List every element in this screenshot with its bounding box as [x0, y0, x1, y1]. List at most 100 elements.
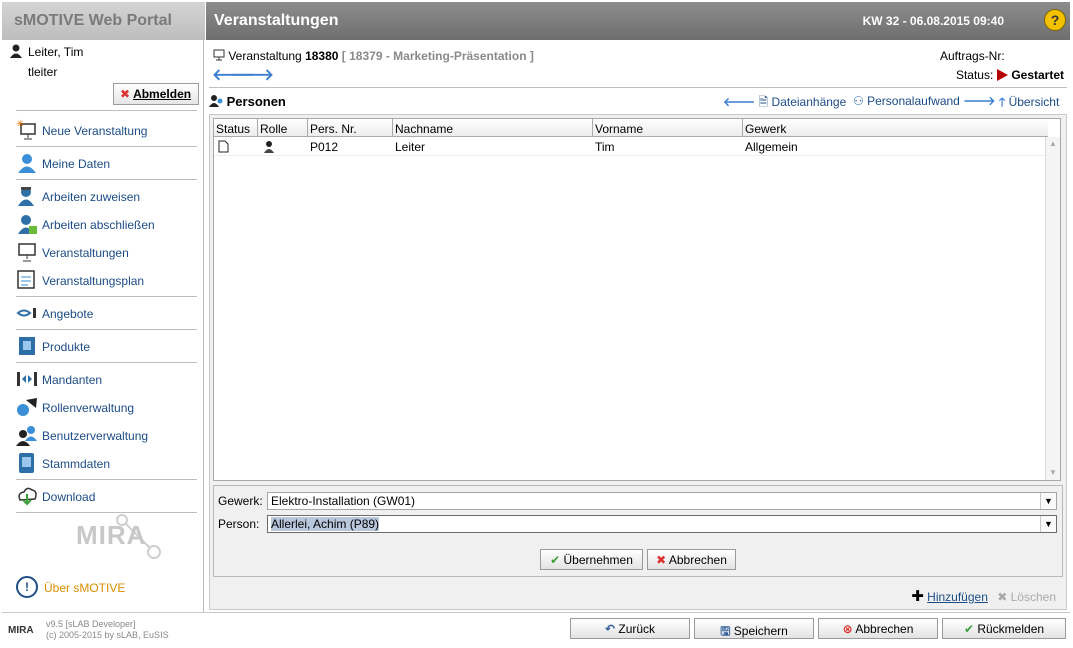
nav-item-meine-daten[interactable]: Meine Daten — [16, 152, 198, 174]
my-data-icon — [18, 154, 36, 173]
nav-divider — [16, 512, 197, 513]
nav-divider — [16, 296, 197, 297]
help-icon[interactable]: ? — [1044, 9, 1066, 31]
apply-button[interactable]: ✔ Übernehmen — [540, 549, 643, 570]
brand-title: sMOTIVE Web Portal — [2, 2, 205, 40]
undo-icon: ↶ — [604, 622, 616, 636]
user-icon — [10, 44, 22, 58]
nav-divider — [16, 329, 197, 330]
delete-button[interactable]: ✖ Löschen — [997, 590, 1056, 604]
nav-item-arbeiten-abschliessen[interactable]: Arbeiten abschließen — [16, 213, 198, 235]
nav-item-neue-veranstaltung[interactable]: ✳ Neue Veranstaltung — [16, 119, 198, 141]
back-button[interactable]: ↶ Zurück — [570, 618, 690, 639]
status-row: Status: Gestartet — [956, 68, 1064, 82]
table-row[interactable]: P012 Leiter Tim Allgemein — [214, 138, 1048, 156]
cell-vorname: Tim — [595, 140, 615, 154]
column-rolle[interactable]: Rolle — [258, 119, 308, 137]
mira-logo: MIRA — [76, 520, 147, 550]
persons-panel: Status Rolle Pers. Nr. Nachname Vorname … — [209, 114, 1067, 610]
master-data-icon — [19, 453, 34, 473]
footer: MIRA v9.5 [sLAB Developer] (c) 2005-2015… — [2, 612, 1070, 646]
gewerk-value: Elektro-Installation (GW01) — [271, 494, 416, 508]
download-icon — [18, 487, 37, 506]
cancel-button[interactable]: ✖ Abbrechen — [647, 549, 736, 570]
event-plan-icon — [17, 270, 35, 289]
cancel-label: Abbrechen — [668, 553, 727, 567]
nav-divider — [16, 362, 197, 363]
nav-item-benutzerverwaltung[interactable]: Benutzerverwaltung — [16, 424, 198, 446]
footer-logo: MIRA — [8, 625, 34, 636]
event-reference: [ 18379 - Marketing-Präsentation ] — [341, 49, 534, 63]
column-vorname[interactable]: Vorname — [593, 119, 743, 137]
finish-work-icon — [18, 215, 37, 234]
abort-button[interactable]: ⊗ Abbrechen — [818, 618, 938, 639]
person-icon — [264, 141, 274, 153]
row-actions: ✚ Hinzufügen ✖ Löschen — [911, 587, 1056, 605]
scroll-down-icon[interactable]: ▼ — [1046, 466, 1060, 480]
week-date: KW 32 - 06.08.2015 09:40 — [862, 14, 1004, 28]
copyright-text: (c) 2005-2015 by sLAB, EuSIS — [46, 630, 169, 640]
section-title: Personen — [209, 94, 286, 109]
nav-divider — [16, 146, 197, 147]
staff-effort-label: Personalaufwand — [867, 94, 960, 108]
save-label: Speichern — [733, 624, 788, 638]
save-icon: 🖫 — [720, 624, 731, 638]
up-arrow-icon: 🡑 — [999, 95, 1006, 109]
status-label: Status: — [955, 68, 994, 82]
column-pers-nr[interactable]: Pers. Nr. — [308, 119, 393, 137]
overview-link[interactable]: 🡑 Übersicht — [999, 93, 1059, 114]
svg-text:✳: ✳ — [16, 119, 24, 130]
staff-effort-link[interactable]: ⚇ Personalaufwand 🡒 — [853, 93, 995, 108]
info-icon: ! — [16, 576, 38, 598]
column-gewerk[interactable]: Gewerk — [743, 119, 1048, 137]
nav-item-veranstaltungen[interactable]: Veranstaltungen — [16, 241, 198, 263]
roles-icon — [17, 398, 37, 416]
logout-label: Abmelden — [133, 87, 192, 101]
report-button[interactable]: ✔ Rückmelden — [942, 618, 1066, 639]
vertical-scrollbar[interactable]: ▲ ▼ — [1045, 137, 1060, 480]
close-icon: ✖ — [120, 87, 131, 101]
person-form: Gewerk: Elektro-Installation (GW01) ▼ Pe… — [213, 485, 1063, 577]
version-info: v9.5 [sLAB Developer] (c) 2005-2015 by s… — [46, 619, 169, 641]
offers-icon — [16, 308, 36, 318]
nav-divider — [16, 179, 197, 180]
apply-label: Übernehmen — [563, 553, 633, 567]
nav-item-angebote[interactable]: Angebote — [16, 302, 198, 324]
event-label: Veranstaltung — [228, 49, 302, 63]
nav-item-produkte[interactable]: Produkte — [16, 335, 198, 357]
attachments-link[interactable]: 🡐 🗎 Dateianhänge — [723, 93, 846, 114]
row-role-icon — [262, 138, 306, 156]
report-label: Rückmelden — [977, 622, 1045, 636]
nav-item-stammdaten[interactable]: Stammdaten — [16, 452, 198, 474]
chevron-down-icon[interactable]: ▼ — [1040, 516, 1056, 532]
save-button[interactable]: 🖫 Speichern — [694, 618, 814, 639]
gewerk-label: Gewerk: — [218, 494, 263, 508]
add-button[interactable]: Hinzufügen — [927, 590, 988, 604]
nav-item-rollenverwaltung[interactable]: Rollenverwaltung — [16, 396, 198, 418]
nav-item-mandanten[interactable]: Mandanten — [16, 368, 198, 390]
title-bar: Veranstaltungen KW 32 - 06.08.2015 09:40… — [206, 2, 1070, 40]
event-icon — [213, 49, 225, 61]
nav-item-arbeiten-zuweisen[interactable]: Arbeiten zuweisen — [16, 185, 198, 207]
column-nachname[interactable]: Nachname — [393, 119, 593, 137]
version-text: v9.5 [sLAB Developer] — [46, 619, 136, 629]
nav-item-download[interactable]: Download — [16, 485, 198, 507]
column-status[interactable]: Status — [214, 119, 258, 137]
app-header: sMOTIVE Web Portal Veranstaltungen KW 32… — [2, 2, 1070, 40]
nav-divider — [16, 479, 197, 480]
events-icon — [18, 243, 36, 262]
nav-item-veranstaltungsplan[interactable]: Veranstaltungsplan — [16, 269, 198, 291]
person-input[interactable]: Allerlei, Achim (P89) ▼ — [267, 515, 1057, 533]
persons-table: Status Rolle Pers. Nr. Nachname Vorname … — [213, 118, 1061, 481]
gewerk-select[interactable]: Elektro-Installation (GW01) ▼ — [267, 492, 1057, 510]
back-arrow-icon: 🡐 — [723, 95, 756, 109]
cancel-circle-icon: ⊗ — [842, 622, 853, 636]
logout-button[interactable]: ✖ Abmelden — [113, 83, 199, 105]
attachments-label: Dateianhänge — [771, 95, 847, 109]
next-arrow-icon[interactable]: 🡒 — [231, 64, 274, 85]
chevron-down-icon[interactable]: ▼ — [1040, 493, 1056, 509]
check-icon: ✔ — [550, 553, 561, 567]
close-icon: ✖ — [656, 553, 667, 567]
scroll-up-icon[interactable]: ▲ — [1046, 137, 1060, 151]
event-number: 18380 — [305, 49, 339, 63]
